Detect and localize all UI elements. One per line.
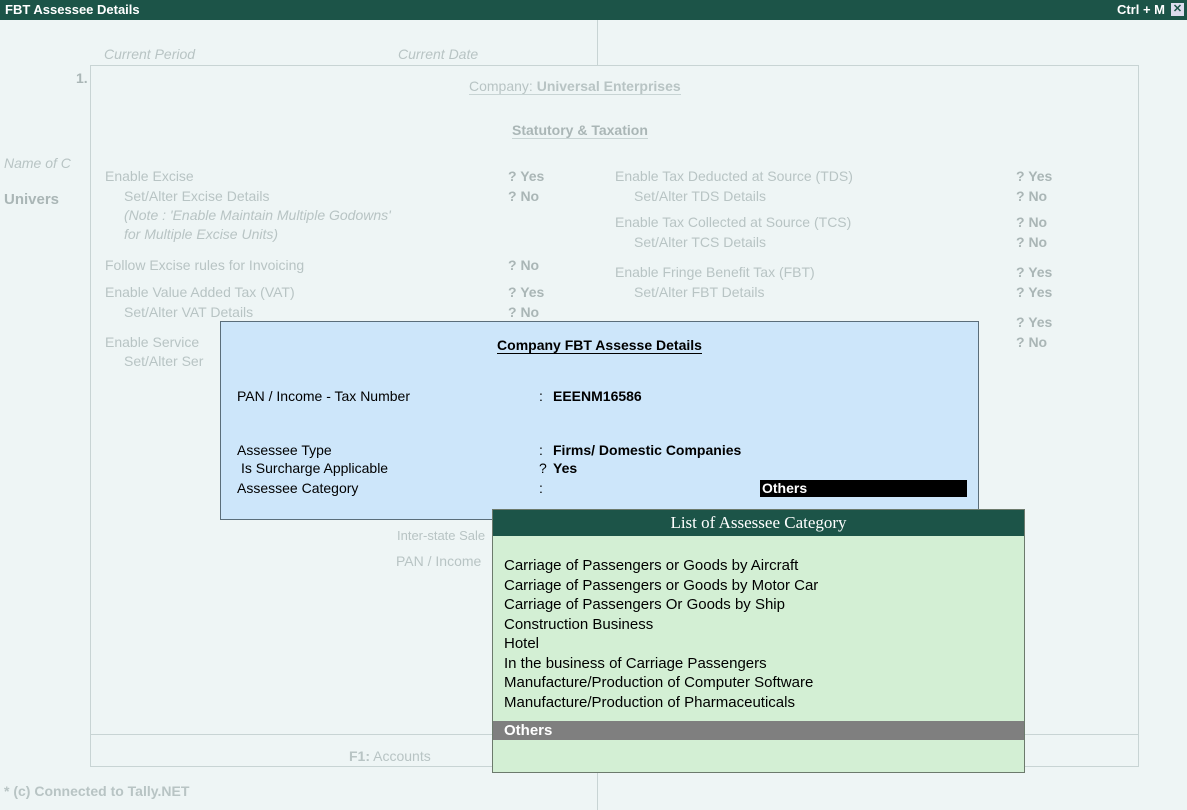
surcharge-field[interactable]: Yes [553, 460, 577, 476]
left-setting-label: (Note : 'Enable Maintain Multiple Godown… [124, 207, 391, 223]
left-setting-label: for Multiple Excise Units) [124, 226, 279, 242]
window-titlebar: FBT Assessee Details Ctrl + M ✕ [0, 0, 1187, 20]
right-setting-value[interactable]: ? Yes [1016, 168, 1052, 184]
list-item[interactable]: Carriage of Passengers or Goods by Motor… [504, 577, 818, 594]
assessee-type-separator: : [539, 442, 543, 458]
surcharge-separator: ? [539, 460, 547, 476]
current-date-label: Current Date [398, 46, 479, 62]
f1-label: Accounts [373, 748, 431, 764]
right-setting-label: Enable Tax Collected at Source (TCS) [615, 214, 852, 230]
right-setting-label: Set/Alter TDS Details [634, 188, 767, 204]
list-item[interactable]: Carriage of Passengers or Goods by Aircr… [504, 557, 798, 574]
section-title: Statutory & Taxation [512, 122, 648, 139]
company-heading: Company: Universal Enterprises [469, 78, 681, 95]
right-setting-label: Set/Alter FBT Details [634, 284, 765, 300]
left-setting-label: Enable Service [105, 334, 200, 350]
left-setting-label: Set/Alter VAT Details [124, 304, 254, 320]
list-item[interactable]: Manufacture/Production of Computer Softw… [504, 674, 813, 691]
tally-net-status: * (c) Connected to Tally.NET [4, 783, 190, 799]
fbt-assesse-dialog: Company FBT Assesse Details PAN / Income… [220, 321, 979, 520]
right-setting-value[interactable]: ? No [1016, 214, 1047, 230]
f1-accounts-button[interactable]: F1: Accounts [349, 748, 431, 764]
pan-label: PAN / Income - Tax Number [237, 388, 410, 404]
left-setting-value[interactable]: ? No [508, 304, 539, 320]
close-icon[interactable]: ✕ [1171, 3, 1184, 16]
left-setting-value[interactable]: ? Yes [508, 168, 544, 184]
list-item-selected[interactable]: Others [493, 721, 1024, 740]
shortcut-label: Ctrl + M [1116, 2, 1165, 17]
left-setting-value[interactable]: ? Yes [508, 284, 544, 300]
surcharge-label: Is Surcharge Applicable [241, 460, 389, 476]
right-setting-label: Enable Fringe Benefit Tax (FBT) [615, 264, 815, 280]
right-setting-value[interactable]: ? No [1016, 188, 1047, 204]
period-fragment: 1. [76, 70, 88, 86]
left-setting-value[interactable]: ? No [508, 188, 539, 204]
pan-fragment: PAN / Income [396, 553, 482, 569]
window-title: FBT Assessee Details [5, 2, 140, 17]
left-setting-label: Follow Excise rules for Invoicing [105, 257, 305, 273]
pan-field[interactable]: EEENM16586 [553, 388, 642, 404]
assessee-type-field[interactable]: Firms/ Domestic Companies [553, 442, 741, 458]
name-of-company-label: Name of C [4, 155, 71, 171]
left-setting-label: Set/Alter Ser [124, 353, 204, 369]
list-item[interactable]: Carriage of Passengers Or Goods by Ship [504, 596, 785, 613]
list-item[interactable]: In the business of Carriage Passengers [504, 655, 767, 672]
left-setting-label: Set/Alter Excise Details [124, 188, 270, 204]
right-setting-value[interactable]: ? Yes [1016, 314, 1052, 330]
assessee-category-list: List of Assessee Category Carriage of Pa… [492, 509, 1025, 773]
right-setting-value[interactable]: ? Yes [1016, 264, 1052, 280]
list-item[interactable]: Construction Business [504, 616, 653, 633]
right-setting-label: Set/Alter TCS Details [634, 234, 767, 250]
assessee-category-label: Assessee Category [237, 480, 359, 496]
right-setting-value[interactable]: ? Yes [1016, 284, 1052, 300]
assessee-category-separator: : [539, 480, 543, 496]
inter-state-label: Inter-state Sale [397, 528, 486, 543]
right-setting-value[interactable]: ? No [1016, 234, 1047, 250]
company-name: Universal Enterprises [536, 78, 681, 94]
assessee-type-label: Assessee Type [237, 442, 332, 458]
left-setting-label: Enable Excise [105, 168, 194, 184]
left-setting-label: Enable Value Added Tax (VAT) [105, 284, 295, 300]
left-setting-value[interactable]: ? No [508, 257, 539, 273]
current-period-label: Current Period [104, 46, 196, 62]
pan-separator: : [539, 388, 543, 404]
list-item[interactable]: Hotel [504, 635, 539, 652]
list-title: List of Assessee Category [493, 510, 1024, 536]
company-fragment: Univers [4, 191, 60, 208]
right-setting-label: Enable Tax Deducted at Source (TDS) [615, 168, 853, 184]
f1-key: F1: [349, 748, 370, 764]
dialog-title: Company FBT Assesse Details [497, 337, 702, 354]
list-item[interactable]: Manufacture/Production of Pharmaceutical… [504, 694, 795, 711]
right-setting-value[interactable]: ? No [1016, 334, 1047, 350]
assessee-category-field[interactable]: Others [760, 480, 967, 497]
